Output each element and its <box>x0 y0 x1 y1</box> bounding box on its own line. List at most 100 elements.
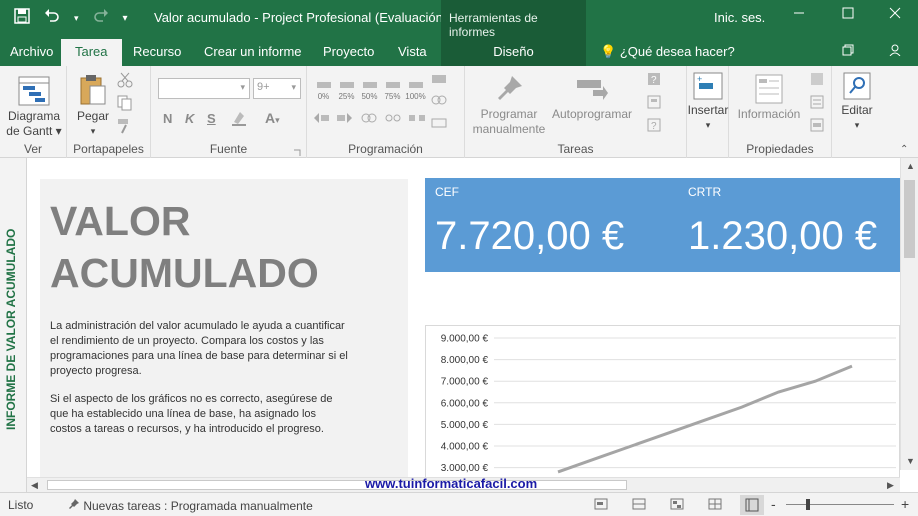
gantt-chart-button[interactable]: Diagrama de Gantt ▾ <box>4 76 64 139</box>
percent-0-button[interactable]: 0% <box>313 78 334 101</box>
format-painter-icon[interactable] <box>117 118 133 134</box>
auto-schedule-button[interactable]: Autoprogramar <box>550 74 634 122</box>
percent-75-button[interactable]: 75% <box>382 78 403 101</box>
task-usage-shortcut-icon[interactable] <box>632 498 646 513</box>
details-icon[interactable] <box>809 95 825 109</box>
font-size-combo[interactable]: 9+ ▾ <box>253 78 301 99</box>
report-view-shortcut-icon[interactable] <box>740 495 764 515</box>
scroll-left-icon[interactable]: ◀ <box>31 480 38 491</box>
gantt-label-1: Diagrama <box>7 109 61 123</box>
maximize-icon[interactable] <box>842 6 854 22</box>
svg-text:+: + <box>697 74 702 84</box>
pushpin-icon <box>498 76 522 100</box>
edit-dropdown-icon: ▾ <box>854 120 860 130</box>
zoom-out-button[interactable]: - <box>771 496 776 512</box>
ribbon-display-options-icon[interactable] <box>842 44 854 59</box>
report-description-panel: VALOR ACUMULADO La administración del va… <box>40 179 408 492</box>
tell-me-box[interactable]: 💡 ¿Qué desea hacer? <box>600 44 735 60</box>
customize-qat-icon[interactable]: ▾ <box>123 13 128 24</box>
manual-schedule-button[interactable]: Programar manualmente <box>470 74 548 137</box>
respect-links-icon[interactable] <box>431 93 447 107</box>
earned-value-chart[interactable]: 3.000,00 € 4.000,00 € 5.000,00 € 6.000,00 €… <box>425 325 900 492</box>
tab-recurso[interactable]: Recurso <box>133 44 181 59</box>
italic-button[interactable]: K <box>185 111 194 126</box>
percent-50-button[interactable]: 50% <box>359 78 380 101</box>
edit-button[interactable]: Editar ▾ <box>836 72 878 133</box>
bold-button[interactable]: N <box>163 111 172 126</box>
inactivate-icon[interactable] <box>431 116 447 130</box>
link-tasks-icon[interactable] <box>361 112 377 127</box>
cef-value: 7.720,00 € <box>435 214 625 258</box>
magnifier-icon <box>843 72 871 100</box>
zoom-in-button[interactable]: + <box>901 496 909 512</box>
indent-link-toolbar <box>313 112 425 127</box>
group-ver: Diagrama de Gantt ▾ Ver <box>0 66 67 158</box>
copy-icon[interactable] <box>117 95 133 111</box>
percent-25-button[interactable]: 25% <box>336 78 357 101</box>
lightbulb-icon: 💡 <box>600 44 617 59</box>
indent-icon[interactable] <box>337 112 353 127</box>
split-task-icon[interactable] <box>409 112 425 127</box>
mark-on-track-icon[interactable] <box>431 72 447 86</box>
group-portapapeles: Pegar ▾ Portapapeles <box>67 66 151 158</box>
notes-icon[interactable] <box>809 72 825 86</box>
new-tasks-mode[interactable]: Nuevas tareas : Programada manualmente <box>68 498 313 513</box>
vertical-scroll-thumb[interactable] <box>904 180 915 258</box>
minimize-icon[interactable] <box>793 6 805 22</box>
scroll-right-icon[interactable]: ▶ <box>887 480 894 491</box>
pushpin-icon <box>68 499 83 513</box>
zoom-slider[interactable] <box>786 504 894 505</box>
insert-button[interactable]: + Insertar ▾ <box>687 72 729 133</box>
scroll-up-icon[interactable]: ▲ <box>906 161 915 171</box>
sign-in-link[interactable]: Inic. ses. <box>714 10 765 25</box>
tab-tarea[interactable]: Tarea <box>61 39 122 66</box>
paste-button[interactable]: Pegar ▾ <box>73 74 113 139</box>
inspect-icon[interactable]: ? <box>647 72 663 86</box>
close-icon[interactable] <box>889 6 901 22</box>
mode-icon[interactable]: ? <box>647 118 663 132</box>
auto-schedule-label: Autoprogramar <box>551 107 633 121</box>
edit-label: Editar <box>841 103 873 117</box>
group-label-ver: Ver <box>23 142 42 156</box>
group-label-fuente: Fuente <box>209 142 248 156</box>
y-tick-label: 9.000,00 € <box>441 334 489 345</box>
gantt-view-shortcut-icon[interactable] <box>594 498 608 513</box>
undo-icon[interactable] <box>44 8 60 28</box>
redo-icon[interactable] <box>93 8 109 28</box>
unlink-tasks-icon[interactable] <box>385 112 401 127</box>
view-label: INFORME DE VALOR ACUMULADO <box>4 228 18 430</box>
team-planner-shortcut-icon[interactable] <box>670 498 684 513</box>
font-name-combo[interactable]: ▾ <box>158 78 250 99</box>
information-button[interactable]: Información <box>733 74 805 122</box>
zoom-slider-thumb[interactable] <box>806 499 810 510</box>
vertical-scrollbar[interactable]: ▲ ▼ <box>900 158 918 470</box>
move-task-icon[interactable] <box>647 95 663 109</box>
auto-schedule-icon <box>577 80 608 100</box>
undo-dropdown-icon[interactable]: ▾ <box>74 13 79 24</box>
watermark-text: www.tuinformaticafacil.com <box>365 476 538 491</box>
percent-100-button[interactable]: 100% <box>405 78 426 101</box>
save-icon[interactable] <box>14 8 30 28</box>
tab-diseno[interactable]: Diseño <box>441 36 586 66</box>
outdent-icon[interactable] <box>313 112 329 127</box>
tab-crear-informe[interactable]: Crear un informe <box>204 44 302 59</box>
highlight-color-icon[interactable] <box>231 110 247 126</box>
scroll-down-icon[interactable]: ▼ <box>906 456 915 466</box>
underline-button[interactable]: S <box>207 111 216 126</box>
account-icon[interactable] <box>889 44 901 59</box>
tab-archivo[interactable]: Archivo <box>10 44 53 59</box>
group-label-portapapeles: Portapapeles <box>73 142 144 156</box>
group-propiedades: Información Propiedades <box>729 66 832 158</box>
add-to-timeline-icon[interactable] <box>809 118 825 132</box>
cut-icon[interactable] <box>117 72 133 88</box>
chart-svg: 3.000,00 € 4.000,00 € 5.000,00 € 6.000,00 €… <box>441 334 896 474</box>
collapse-ribbon-icon[interactable]: ⌃ <box>900 144 908 155</box>
tab-proyecto[interactable]: Proyecto <box>323 44 374 59</box>
horizontal-scroll-thumb[interactable] <box>47 480 627 490</box>
group-label-propiedades: Propiedades <box>746 142 814 156</box>
y-tick-label: 8.000,00 € <box>441 355 489 366</box>
tab-vista[interactable]: Vista <box>398 44 427 59</box>
font-color-button[interactable]: A▾ <box>265 110 280 126</box>
svg-text:?: ? <box>651 121 657 132</box>
resource-sheet-shortcut-icon[interactable] <box>708 498 722 513</box>
